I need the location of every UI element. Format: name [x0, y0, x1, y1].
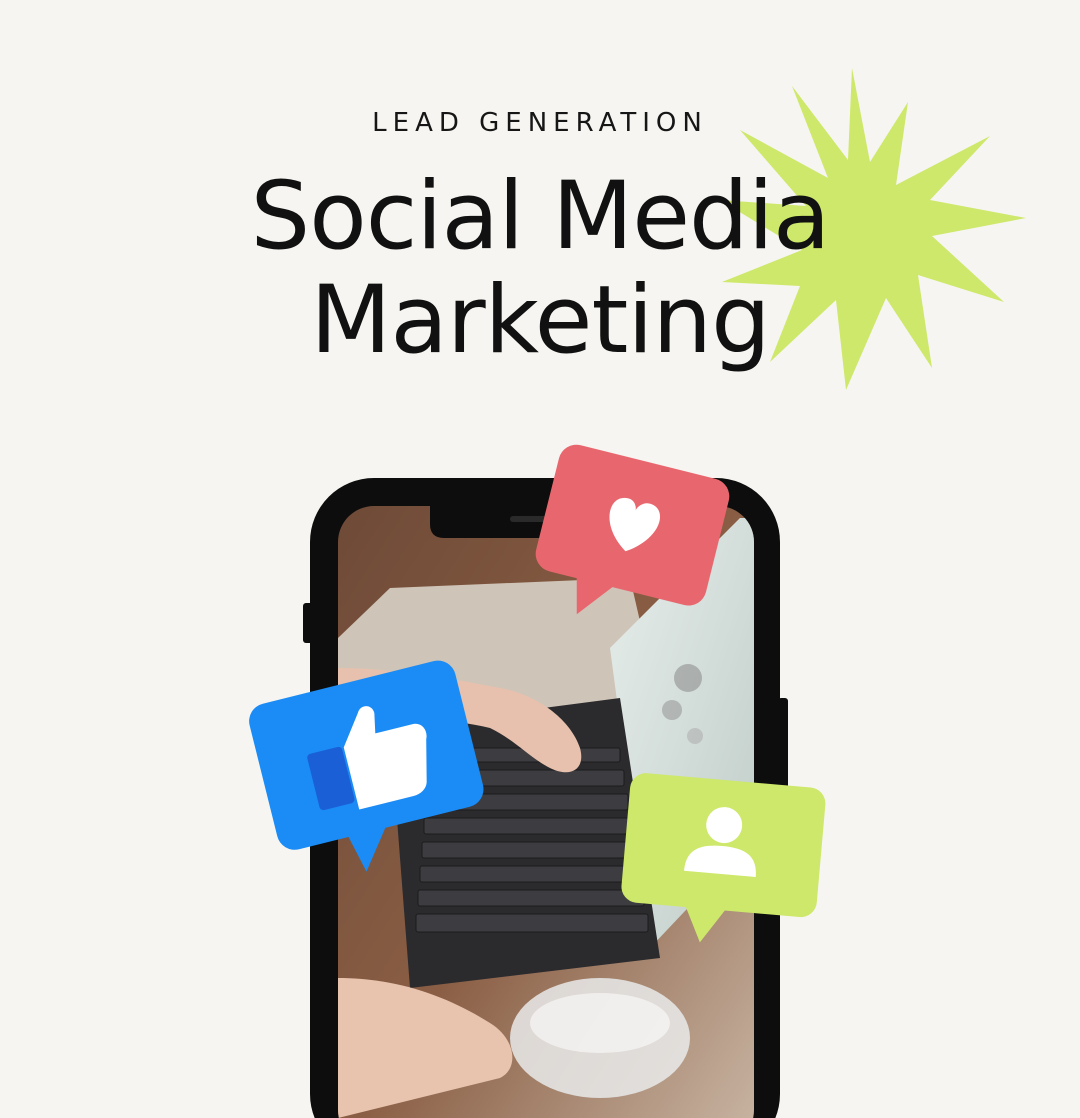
title-line-2: Marketing	[310, 266, 771, 375]
page-title: Social Media Marketing	[0, 165, 1080, 373]
kicker-label: LEAD GENERATION	[372, 108, 708, 138]
phone-mockup	[303, 478, 788, 1118]
title-line-1: Social Media	[250, 162, 831, 271]
